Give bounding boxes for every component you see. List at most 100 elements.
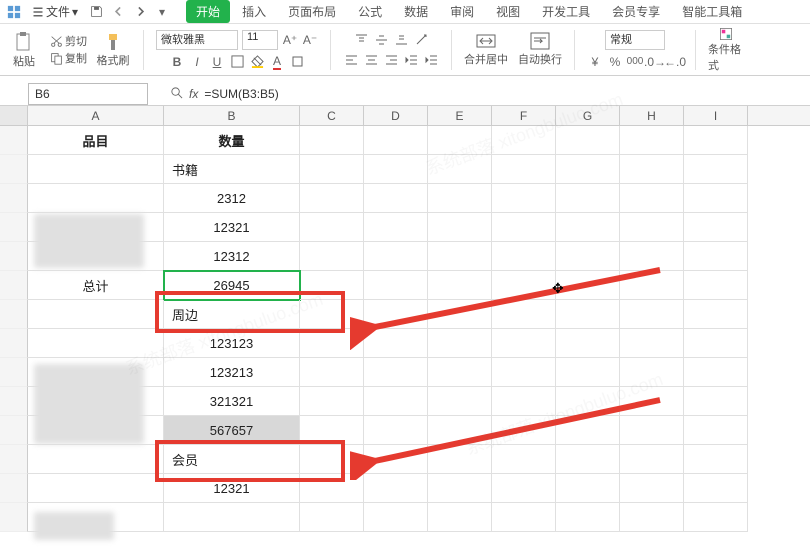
cell[interactable] xyxy=(300,329,364,358)
tab-insert[interactable]: 插入 xyxy=(232,0,276,23)
cell[interactable] xyxy=(684,300,748,329)
cell[interactable] xyxy=(428,300,492,329)
cell[interactable] xyxy=(364,242,428,271)
cell[interactable] xyxy=(492,503,556,532)
tab-dev[interactable]: 开发工具 xyxy=(532,0,600,23)
cell[interactable] xyxy=(364,387,428,416)
cell[interactable] xyxy=(300,387,364,416)
cell[interactable] xyxy=(428,184,492,213)
indent-inc-icon[interactable] xyxy=(423,52,439,68)
select-all-corner[interactable] xyxy=(0,106,28,125)
dropdown-icon[interactable]: ▾ xyxy=(152,2,172,22)
cell[interactable] xyxy=(28,300,164,329)
cell[interactable] xyxy=(556,271,620,300)
col-header-E[interactable]: E xyxy=(428,106,492,125)
back-icon[interactable] xyxy=(108,2,128,22)
row-header[interactable] xyxy=(0,184,28,213)
forward-icon[interactable] xyxy=(130,2,150,22)
cell[interactable] xyxy=(492,213,556,242)
cell[interactable] xyxy=(684,184,748,213)
align-right-icon[interactable] xyxy=(383,52,399,68)
currency-icon[interactable]: ¥ xyxy=(587,54,603,70)
cell[interactable] xyxy=(364,300,428,329)
cell[interactable] xyxy=(492,416,556,445)
tab-review[interactable]: 审阅 xyxy=(440,0,484,23)
cell[interactable] xyxy=(620,387,684,416)
underline-icon[interactable]: U xyxy=(209,54,225,70)
cell[interactable] xyxy=(492,300,556,329)
increase-font-icon[interactable]: A⁺ xyxy=(282,32,298,48)
number-format-select[interactable]: 常规 xyxy=(605,30,665,50)
cell[interactable] xyxy=(684,474,748,503)
cell[interactable] xyxy=(620,184,684,213)
cell[interactable] xyxy=(620,474,684,503)
cell[interactable] xyxy=(684,387,748,416)
cell[interactable] xyxy=(492,474,556,503)
cell[interactable]: 567657 xyxy=(164,416,300,445)
cell[interactable] xyxy=(684,329,748,358)
align-bottom-icon[interactable] xyxy=(393,32,409,48)
cell[interactable] xyxy=(684,126,748,155)
cell[interactable] xyxy=(492,329,556,358)
col-header-G[interactable]: G xyxy=(556,106,620,125)
row-header[interactable] xyxy=(0,213,28,242)
col-header-D[interactable]: D xyxy=(364,106,428,125)
cell[interactable] xyxy=(620,300,684,329)
row-header[interactable] xyxy=(0,416,28,445)
align-left-icon[interactable] xyxy=(343,52,359,68)
cell[interactable] xyxy=(300,300,364,329)
cell[interactable] xyxy=(556,213,620,242)
cell[interactable]: 数量 xyxy=(164,126,300,155)
row-header[interactable] xyxy=(0,300,28,329)
cell[interactable] xyxy=(556,329,620,358)
cell[interactable] xyxy=(428,503,492,532)
col-header-A[interactable]: A xyxy=(28,106,164,125)
cell[interactable] xyxy=(364,503,428,532)
cell[interactable] xyxy=(556,445,620,474)
cell[interactable] xyxy=(300,271,364,300)
align-middle-icon[interactable] xyxy=(373,32,389,48)
cond-format-button[interactable]: 条件格式 xyxy=(708,27,744,73)
cell[interactable] xyxy=(428,213,492,242)
cell[interactable] xyxy=(684,503,748,532)
cell[interactable] xyxy=(300,474,364,503)
cell[interactable] xyxy=(428,271,492,300)
cell[interactable] xyxy=(492,445,556,474)
cell[interactable] xyxy=(620,445,684,474)
row-header[interactable] xyxy=(0,329,28,358)
percent-icon[interactable]: % xyxy=(607,54,623,70)
cell[interactable] xyxy=(556,242,620,271)
copy-button[interactable]: 复制 xyxy=(50,50,87,66)
cell[interactable] xyxy=(492,271,556,300)
cell[interactable] xyxy=(28,155,164,184)
indent-dec-icon[interactable] xyxy=(403,52,419,68)
cell[interactable] xyxy=(556,155,620,184)
font-size-select[interactable]: 11 xyxy=(242,30,278,50)
col-header-B[interactable]: B xyxy=(164,106,300,125)
row-header[interactable] xyxy=(0,503,28,532)
cell[interactable] xyxy=(28,184,164,213)
cell[interactable] xyxy=(300,416,364,445)
cell[interactable] xyxy=(428,329,492,358)
cell[interactable] xyxy=(428,416,492,445)
cell[interactable]: 品目 xyxy=(28,126,164,155)
cell[interactable]: 总计 xyxy=(28,271,164,300)
cell[interactable]: 123213 xyxy=(164,358,300,387)
cell[interactable] xyxy=(300,445,364,474)
cell[interactable] xyxy=(684,213,748,242)
cell[interactable] xyxy=(300,126,364,155)
tab-data[interactable]: 数据 xyxy=(394,0,438,23)
merge-button[interactable]: 合并居中 xyxy=(464,32,508,67)
cell[interactable] xyxy=(556,503,620,532)
cell[interactable] xyxy=(28,474,164,503)
cell[interactable] xyxy=(556,300,620,329)
cell[interactable] xyxy=(492,126,556,155)
font-color-icon[interactable]: A xyxy=(269,54,285,70)
fx-icon[interactable]: fx xyxy=(189,87,198,101)
file-menu[interactable]: 文件 ▾ xyxy=(26,3,84,20)
cell[interactable] xyxy=(492,155,556,184)
cell[interactable] xyxy=(556,126,620,155)
format-icon[interactable] xyxy=(289,54,305,70)
fill-color-icon[interactable] xyxy=(249,54,265,70)
cell[interactable] xyxy=(620,271,684,300)
